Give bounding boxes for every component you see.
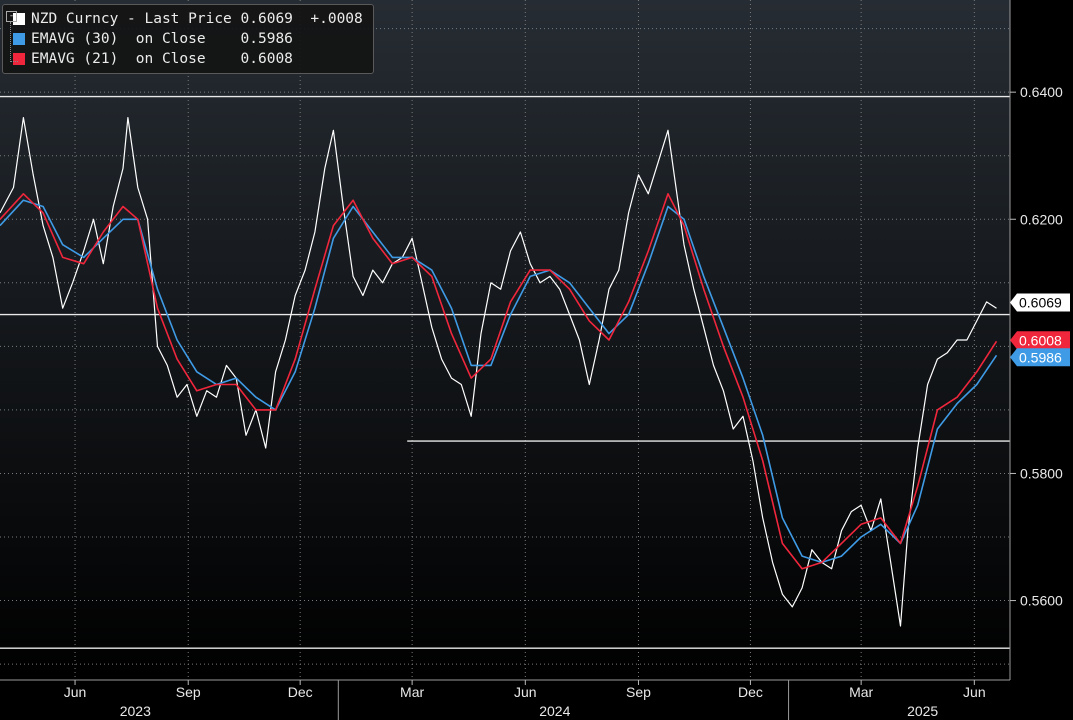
last-price-labels: 0.6069 0.60080.5986 (1010, 293, 1070, 367)
x-tick-label: Sep (176, 684, 201, 700)
chart-canvas: 0.56000.58000.62000.6400 Jun Sep Dec Mar Jun… (0, 0, 1070, 720)
x-tick-label: Dec (738, 684, 763, 700)
legend-label-ema30: EMAVG (30) on Close (31, 31, 206, 47)
x-year-label: 2023 (120, 703, 151, 719)
last-price-label-price: 0.6069 (1010, 293, 1070, 312)
x-axis: Jun Sep Dec Mar Jun Sep Dec Mar Jun 2023 2024 2025 (64, 680, 986, 719)
legend-label-ema21: EMAVG (21) on Close (31, 51, 206, 67)
x-tick-label: Dec (288, 684, 313, 700)
x-tick-label: Jun (963, 684, 986, 700)
y-tick-label: 0.6400 (1020, 84, 1063, 100)
x-year-label: 2024 (539, 703, 570, 719)
x-tick-label: Mar (849, 684, 873, 700)
legend-value-ema21: 0.6008 (240, 51, 293, 67)
price-label-text: 0.5986 (1019, 349, 1062, 365)
last-price-label-ema30: 0.5986 (1010, 348, 1070, 367)
legend-entry-price: NZD Curncy - Last Price 0.6069 +.0008 (9, 9, 363, 29)
x-year-label: 2025 (907, 703, 938, 719)
price-label-text: 0.6008 (1019, 332, 1062, 348)
y-tick-label: 0.6200 (1020, 211, 1063, 227)
legend: - NZD Curncy - Last Price 0.6069 +.0008 … (2, 4, 374, 74)
chart-container: 0.5600 0.5800 0.6200 0.6400 Jun Sep Dec Mar Jun… (0, 0, 1073, 720)
legend-value-price: 0.6069 (240, 11, 293, 27)
last-price-label-ema21: 0.6008 (1010, 331, 1070, 350)
legend-entry-ema30: EMAVG (30) on Close 0.5986 (9, 29, 363, 49)
legend-collapse-icon[interactable]: - (6, 11, 17, 22)
legend-change-price: +.0008 (310, 11, 363, 27)
plot-background (0, 0, 1010, 680)
y-tick-label: 0.5800 (1020, 465, 1063, 481)
legend-tree-line (10, 22, 18, 62)
x-tick-label: Jun (64, 684, 87, 700)
legend-value-ema30: 0.5986 (240, 31, 293, 47)
legend-entry-ema21: EMAVG (21) on Close 0.6008 (9, 49, 363, 69)
x-tick-label: Mar (400, 684, 424, 700)
y-tick-label: 0.5600 (1020, 593, 1063, 609)
x-tick-label: Sep (626, 684, 651, 700)
legend-label-price: NZD Curncy - Last Price (31, 11, 232, 27)
price-label-text: 0.6069 (1019, 295, 1062, 311)
x-tick-label: Jun (514, 684, 537, 700)
